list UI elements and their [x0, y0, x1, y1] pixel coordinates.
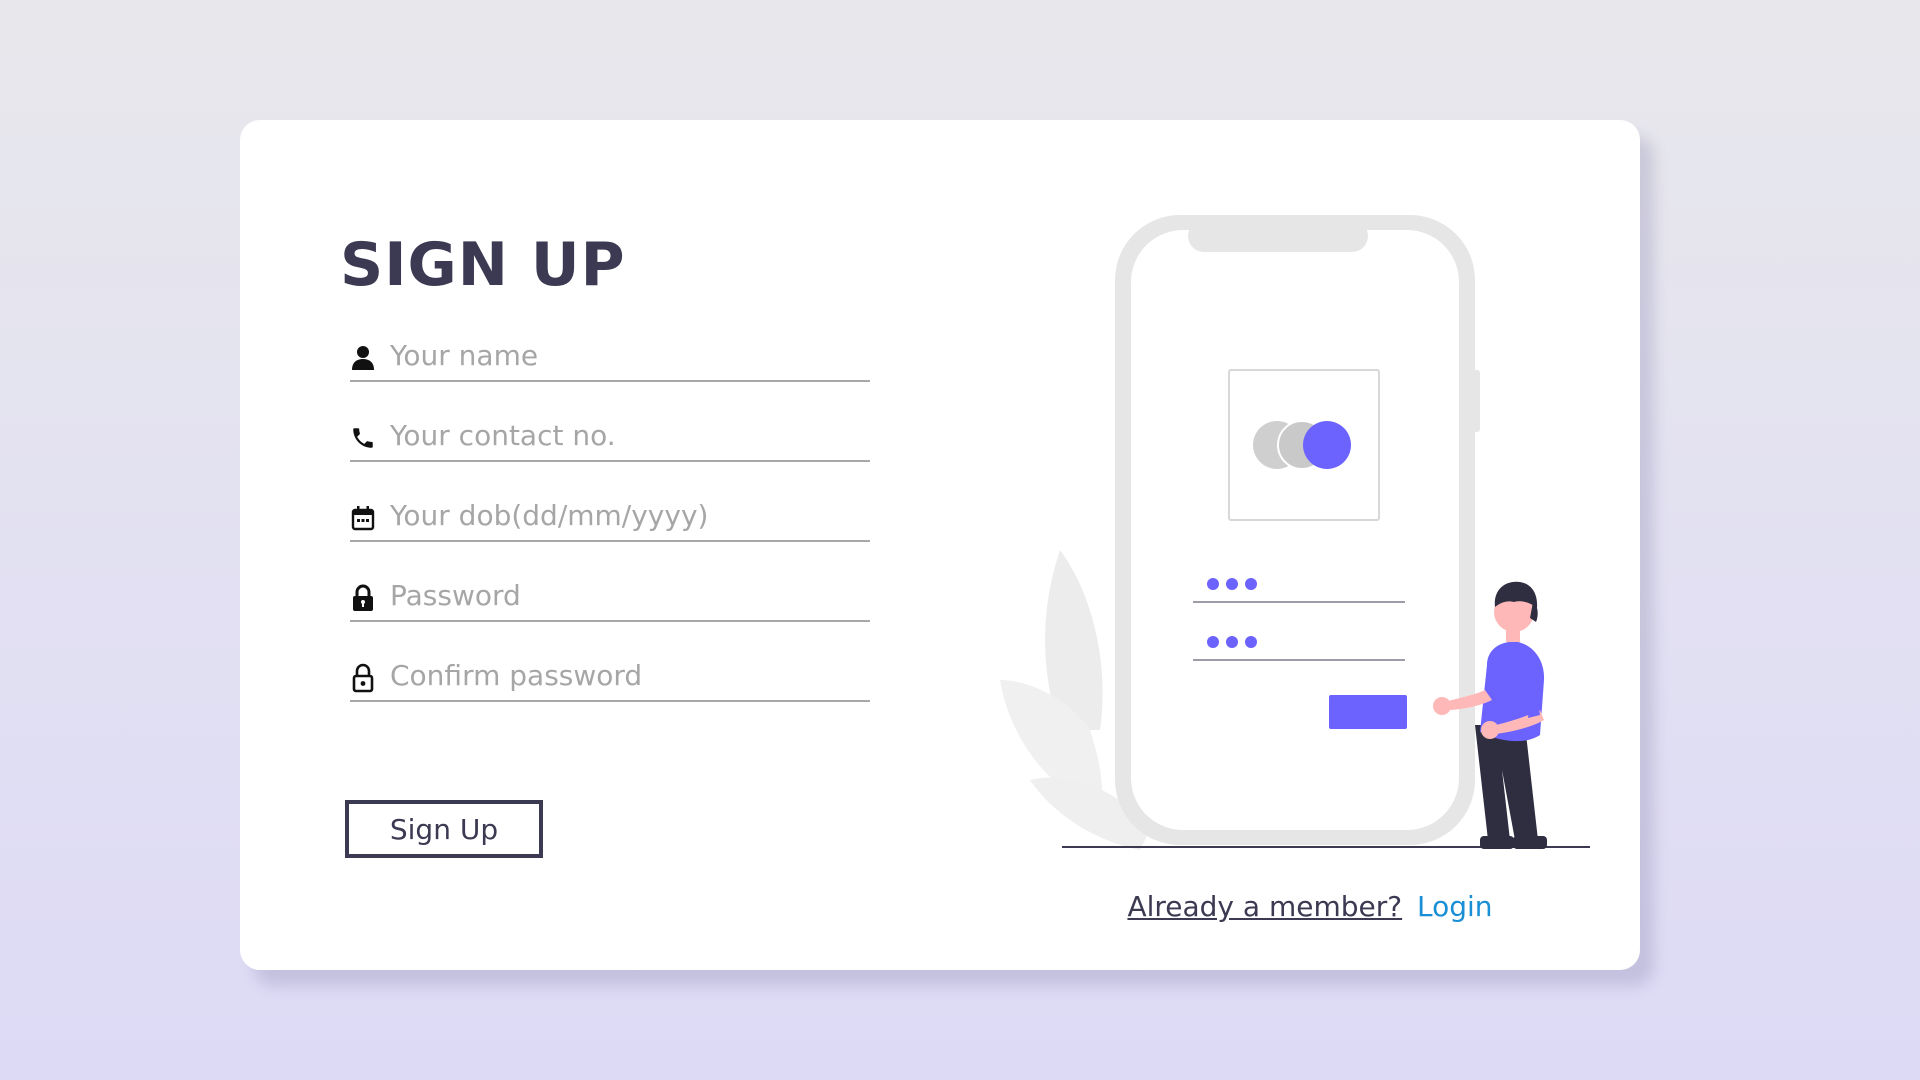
lock-icon — [350, 584, 376, 612]
phone-icon — [350, 424, 376, 452]
user-icon — [350, 344, 376, 372]
confirm-password-field — [350, 640, 870, 702]
lock-outline-icon — [350, 663, 376, 693]
calendar-icon — [350, 504, 376, 532]
login-prompt: Already a member? Login — [1110, 890, 1510, 923]
name-field — [350, 320, 870, 382]
login-link[interactable]: Login — [1417, 890, 1493, 923]
password-input[interactable] — [390, 576, 860, 614]
sign-up-button[interactable]: Sign Up — [345, 800, 543, 858]
dob-input[interactable] — [390, 496, 860, 534]
page-title: SIGN UP — [340, 230, 626, 300]
phone-illustration — [1000, 215, 1590, 850]
dob-field — [350, 480, 870, 542]
password-field — [350, 560, 870, 622]
signup-card: SIGN UP Sign Up — [240, 120, 1640, 970]
contact-field — [350, 400, 870, 462]
phone-device — [1115, 215, 1480, 845]
confirm-password-input[interactable] — [390, 656, 860, 694]
contact-input[interactable] — [390, 416, 860, 454]
name-input[interactable] — [390, 336, 860, 374]
member-text: Already a member? — [1127, 890, 1403, 923]
